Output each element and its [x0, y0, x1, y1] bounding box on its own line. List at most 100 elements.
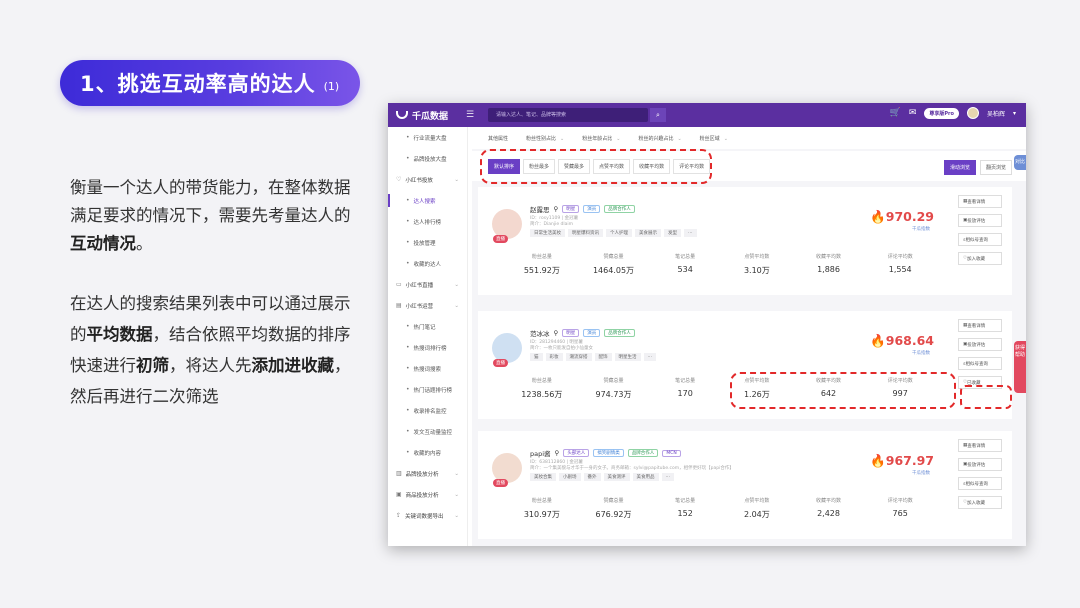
influencer-tag: 品牌合作人 — [627, 449, 659, 457]
filter-dropdown[interactable]: 粉丝区域 ⌄ — [700, 135, 728, 142]
help-tab[interactable]: 获得帮助 — [1014, 341, 1026, 393]
stat-cell: 赞藏总量 1464.05万 — [578, 253, 650, 276]
stat-label: 粉丝总量 — [531, 498, 552, 504]
sidebar-item[interactable]: ▭ 小红书直播 ⌄ — [388, 274, 467, 295]
compare-tab[interactable]: 对比 — [1014, 155, 1026, 170]
stat-label: 点赞平均数 — [744, 498, 770, 504]
sidebar-item[interactable]: • 投放管理 — [388, 232, 467, 253]
category-chip: 明星生活 — [614, 353, 641, 361]
influencer-bio: 简介：一枚只能发自拍小仙童女 — [530, 346, 593, 351]
sidebar-item[interactable]: • 热搜词排行榜 — [388, 337, 467, 358]
stat-cell: 收藏平均数 2,428 — [793, 497, 865, 520]
stats-row: 粉丝总量 310.97万 赞藏总量 676.92万 笔记总量 152 点赞平均数 2.04万 收… — [506, 497, 936, 520]
influencer-name[interactable]: 范冰冰 — [530, 328, 550, 338]
chevron-down-icon: ⌄ — [616, 135, 621, 142]
influencer-tag: 明星 — [562, 205, 580, 213]
user-avatar[interactable] — [966, 107, 979, 119]
influencer-tag: 品牌合作人 — [604, 205, 635, 213]
user-name[interactable]: 吴柏辉 — [987, 109, 1005, 118]
action-button[interactable]: ♡ 加入收藏 — [958, 496, 1002, 509]
p2-bold-1: 平均数据 — [86, 325, 153, 344]
stat-value: 2,428 — [817, 509, 840, 518]
action-button[interactable]: ♡ 加入收藏 — [958, 252, 1002, 265]
score-value: 970.29 — [885, 209, 934, 224]
influencer-name-row: papi酱 ⚲ 头部达人 搞笑剧情类 品牌合作人 MCN — [530, 448, 681, 458]
filter-dropdown[interactable]: 其他属性 — [488, 135, 508, 142]
sidebar-item[interactable]: • 收藏的内容 — [388, 442, 467, 463]
action-button[interactable]: ▦ 查看详情 — [958, 195, 1002, 208]
filter-dropdown[interactable]: 粉丝性别占比 ⌄ — [526, 135, 564, 142]
action-label: 查看详情 — [967, 443, 986, 449]
filter-dropdown[interactable]: 粉丝的兴趣占比 ⌄ — [638, 135, 681, 142]
sidebar-item[interactable]: • 收录排名监控 — [388, 400, 467, 421]
action-button[interactable]: ⌕ 相似号查询 — [958, 477, 1002, 490]
influencer-name[interactable]: 赵露思 — [530, 204, 550, 214]
stat-value: 676.92万 — [595, 510, 632, 519]
view-mode-button[interactable]: 翻页浏览 — [979, 160, 1012, 175]
category-chips: 猫彩妆 潮流穿搭 配饰 明星生活… — [530, 353, 656, 361]
sidebar-item[interactable]: ⇪ 关键词数据导出 ⌄ — [388, 505, 467, 526]
sidebar-item-label: 达人搜索 — [413, 198, 436, 205]
mail-icon[interactable]: ✉ — [909, 108, 917, 118]
cart-icon[interactable]: 🛒 — [890, 108, 901, 118]
sidebar-item-label: 发文互动量监控 — [413, 429, 453, 436]
more-icon[interactable]: … — [661, 473, 674, 481]
sidebar-item[interactable]: ▥ 品牌投放分析 ⌄ — [388, 463, 467, 484]
sidebar-item[interactable]: ▣ 商品投放分析 ⌄ — [388, 484, 467, 505]
chevron-down-icon[interactable]: ▾ — [1013, 110, 1016, 117]
action-button[interactable]: ⌕ 相似号查询 — [958, 233, 1002, 246]
stat-cell: 笔记总量 170 — [649, 377, 721, 400]
action-button[interactable]: ▣ 投放评估 — [958, 214, 1002, 227]
action-button[interactable]: ▣ 投放评估 — [958, 458, 1002, 471]
sidebar-item[interactable]: • 品牌投放大盘 — [388, 148, 467, 169]
sidebar-item[interactable]: • 达人搜索 — [388, 190, 467, 211]
sidebar-item[interactable]: • 达人排行榜 — [388, 211, 467, 232]
sidebar-item-label: 品牌投放分析 — [405, 471, 439, 478]
more-icon[interactable]: … — [643, 353, 656, 361]
sidebar-item[interactable]: ▤ 小红书运营 ⌄ — [388, 295, 467, 316]
action-button[interactable]: ⌕ 相似号查询 — [958, 357, 1002, 370]
sidebar-item-label: 小红书运营 — [405, 303, 434, 310]
sidebar-item[interactable]: • 热搜词搜索 — [388, 358, 467, 379]
sidebar-item-label: 投放管理 — [413, 240, 436, 247]
stat-value: 551.92万 — [523, 266, 560, 275]
vip-badge[interactable]: 尊享版Pro — [924, 107, 959, 119]
chevron-down-icon: ⌄ — [677, 135, 682, 142]
app-logo[interactable]: 千瓜数据 — [396, 109, 448, 122]
influencer-name[interactable]: papi酱 — [530, 448, 551, 458]
bullet-icon: • — [406, 386, 410, 393]
sidebar-item-label: 关键词数据导出 — [405, 513, 444, 520]
influencer-tag: 头部达人 — [563, 449, 590, 457]
action-label: 相似号查询 — [965, 237, 989, 243]
more-icon[interactable]: … — [684, 229, 697, 237]
sidebar-item[interactable]: • 发文互动量监控 — [388, 421, 467, 442]
sidebar-item[interactable]: • 热门话题排行榜 — [388, 379, 467, 400]
filter-label: 粉丝的兴趣占比 — [638, 135, 674, 142]
action-button[interactable]: ▣ 投放评估 — [958, 338, 1002, 351]
menu-toggle-icon[interactable]: ☰ — [466, 110, 474, 120]
search-input[interactable]: 请输入达人、笔记、品牌等搜索 — [488, 108, 648, 122]
sidebar-item[interactable]: ♡ 小红书投放 ⌄ — [388, 169, 467, 190]
stat-cell: 赞藏总量 974.73万 — [578, 377, 650, 400]
p2-bold-3: 添加进收藏 — [251, 356, 335, 375]
sidebar-item[interactable]: • 热门笔记 — [388, 316, 467, 337]
chevron-icon: ⌄ — [454, 512, 459, 519]
search-icon[interactable]: ⌕ — [650, 108, 666, 122]
sidebar-item[interactable]: • 行业流量大盘 — [388, 127, 467, 148]
sidebar-item-label: 商品投放分析 — [405, 492, 439, 499]
view-mode-button[interactable]: 滑动浏览 — [943, 160, 976, 175]
qiangua-score: 🔥967.97 — [870, 453, 934, 469]
category-chip: 彩妆 — [545, 353, 563, 361]
filter-dropdown[interactable]: 粉丝年龄占比 ⌄ — [582, 135, 620, 142]
influencer-tag: MCN — [662, 449, 681, 457]
action-button[interactable]: ▦ 查看详情 — [958, 319, 1002, 332]
category-chip: 日常生活美妆 — [530, 229, 565, 237]
action-label: 加入收藏 — [967, 256, 986, 262]
filter-label: 粉丝性别占比 — [526, 135, 557, 142]
stat-cell: 笔记总量 534 — [649, 253, 721, 276]
category-chip: 美食展示 — [635, 229, 661, 237]
sidebar-item[interactable]: • 收藏的达人 — [388, 253, 467, 274]
stat-cell: 点赞平均数 3.10万 — [721, 253, 793, 276]
action-button[interactable]: ▦ 查看详情 — [958, 439, 1002, 452]
score-value: 967.97 — [885, 453, 934, 468]
